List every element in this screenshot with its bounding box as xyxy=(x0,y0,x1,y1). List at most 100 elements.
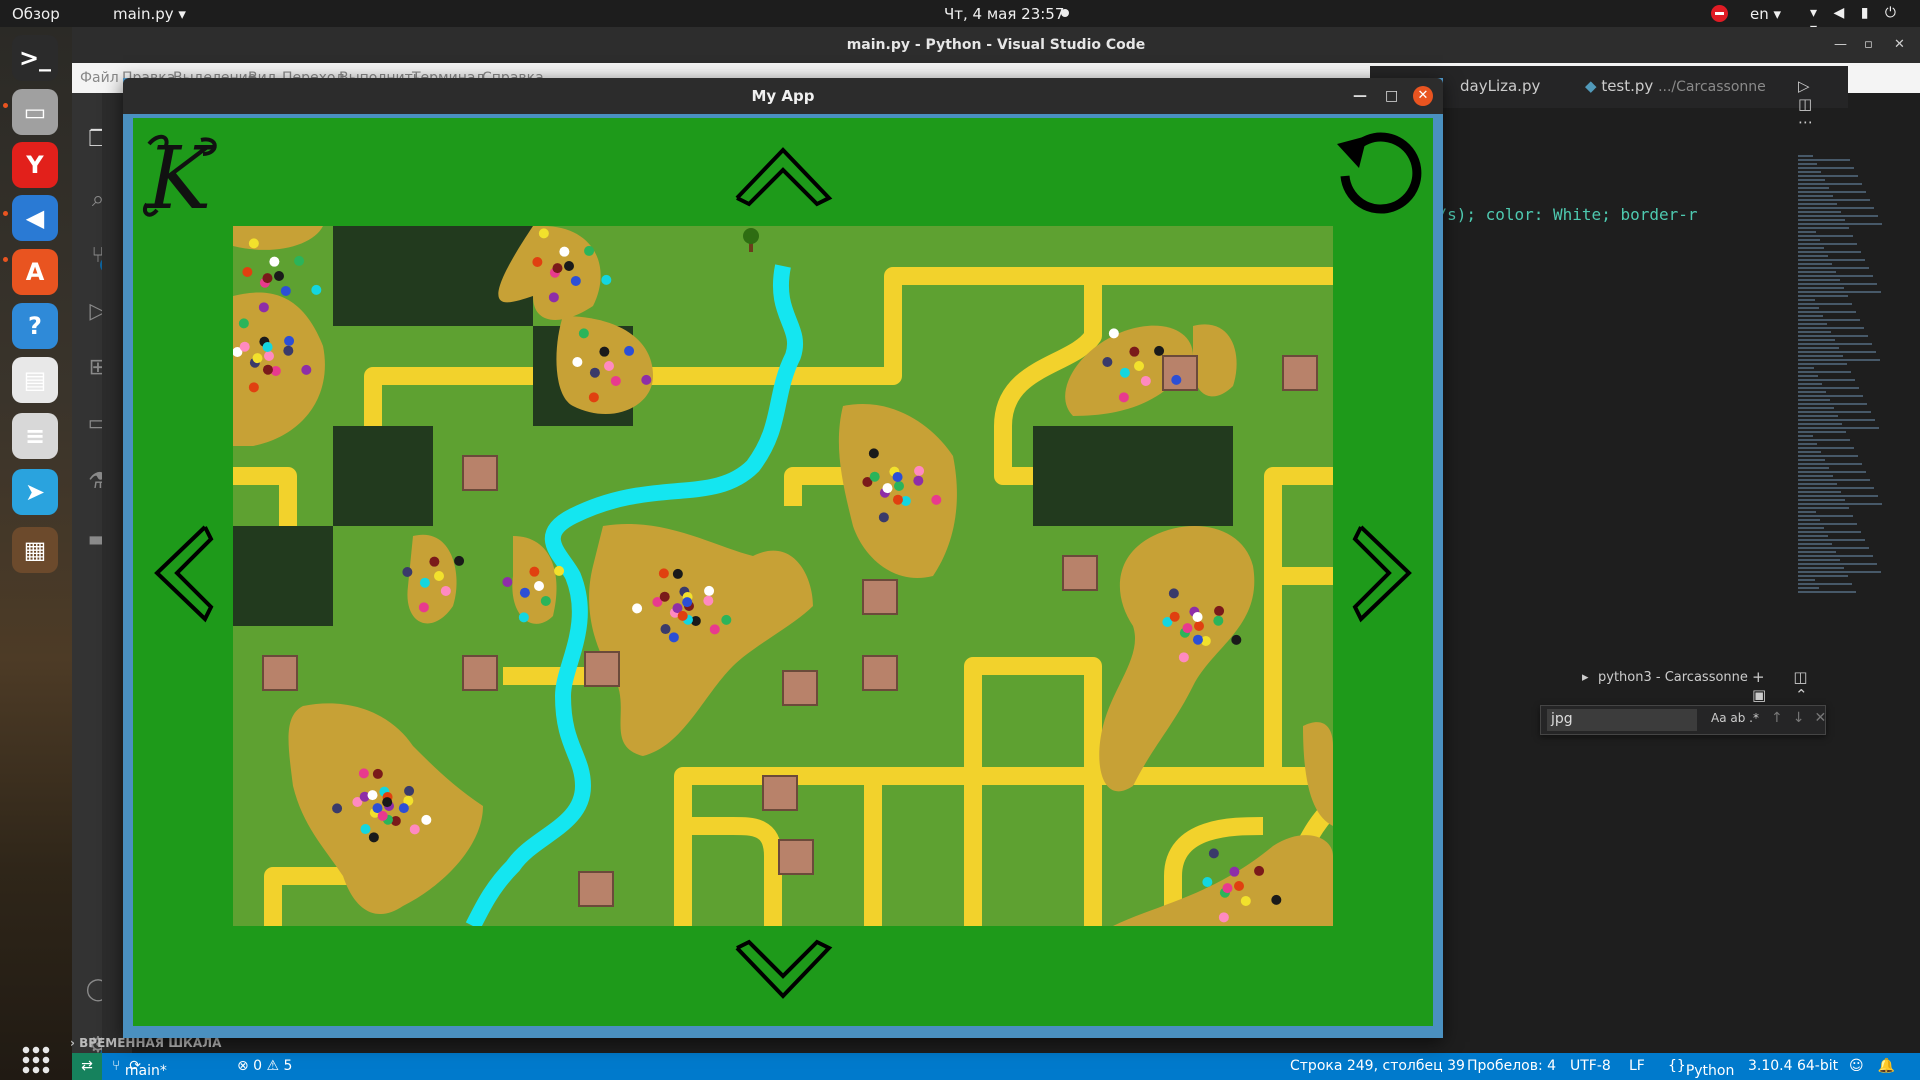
minimap-line xyxy=(1798,311,1856,313)
tab-label: dayLiza.py xyxy=(1460,77,1541,95)
mushroom-dot xyxy=(367,790,378,801)
mushroom-dot xyxy=(882,483,893,494)
maximize-icon[interactable]: ▫ xyxy=(1864,27,1873,63)
maximize-icon[interactable]: □ xyxy=(1385,78,1398,114)
language-mode[interactable]: {} Python xyxy=(1668,1058,1734,1079)
find-navigation[interactable]: ↑↓✕ xyxy=(1771,710,1836,726)
minimap-line xyxy=(1798,499,1845,501)
minimap-line xyxy=(1798,463,1862,465)
minimap-line xyxy=(1798,299,1815,301)
editor-actions[interactable]: ▷ ◫ ⋯ xyxy=(1798,77,1848,131)
minimap-line xyxy=(1798,475,1833,477)
problems-indicator[interactable]: ⊗ 0 ⚠ 5 xyxy=(237,1058,292,1074)
tab-dayliza[interactable]: dayLiza.py xyxy=(1460,77,1540,95)
show-applications-icon[interactable] xyxy=(21,1045,51,1075)
mushroom-dot xyxy=(242,267,253,278)
minimap-line xyxy=(1798,535,1828,537)
remote-indicator-icon[interactable]: ⇄ xyxy=(72,1053,102,1080)
cursor-position[interactable]: Строка 249, столбец 39 xyxy=(1290,1058,1465,1074)
close-icon[interactable]: ✕ xyxy=(1894,27,1905,63)
tile-map[interactable] xyxy=(233,226,1333,926)
terminal-label[interactable]: python3 - Carcassonne xyxy=(1598,670,1748,685)
end-of-line[interactable]: LF xyxy=(1629,1058,1645,1074)
mushroom-dot xyxy=(641,374,652,385)
mushroom-dot xyxy=(672,568,683,579)
minimap-line xyxy=(1798,523,1857,525)
minimap-line xyxy=(1798,467,1829,469)
minimap-line xyxy=(1798,243,1857,245)
minimap-line xyxy=(1798,543,1832,545)
branch-indicator[interactable]: ⑂ main* ⟳ xyxy=(112,1058,167,1079)
mushroom-dot xyxy=(599,346,610,357)
vscode-icon[interactable]: ◀ xyxy=(12,195,58,241)
find-input[interactable]: jpg xyxy=(1547,709,1697,731)
mushroom-dot xyxy=(1192,611,1203,622)
minimap-line xyxy=(1798,275,1873,277)
mushroom-dot xyxy=(258,302,269,313)
minimap-line xyxy=(1798,359,1880,361)
python-interpreter[interactable]: 3.10.4 64-bit xyxy=(1748,1058,1838,1074)
minimap-line xyxy=(1798,283,1877,285)
app-menu[interactable]: main.py ▾ xyxy=(113,5,186,23)
indentation[interactable]: Пробелов: 4 xyxy=(1467,1058,1556,1074)
help-icon[interactable]: ? xyxy=(12,303,58,349)
close-icon[interactable]: ✕ xyxy=(1413,86,1433,106)
mushroom-dot xyxy=(434,571,444,581)
minimap-line xyxy=(1798,403,1867,405)
minimap-line xyxy=(1798,223,1882,225)
mushroom-dot xyxy=(421,814,432,825)
arrow-up-icon[interactable] xyxy=(733,142,833,208)
minimap-line xyxy=(1798,211,1841,213)
game-canvas[interactable]: K xyxy=(133,118,1433,1026)
mushroom-dot xyxy=(1154,345,1165,356)
encoding[interactable]: UTF-8 xyxy=(1570,1058,1611,1074)
minimap-line xyxy=(1798,215,1878,217)
mushroom-dot xyxy=(262,273,273,284)
minimap-line xyxy=(1798,387,1859,389)
tab-test[interactable]: ◆ test.py .../Carcassonne xyxy=(1585,77,1766,95)
arrow-left-icon[interactable] xyxy=(149,523,215,623)
mushroom-dot xyxy=(540,595,551,606)
feedback-notifications-icons[interactable]: ☺🔔 xyxy=(1849,1058,1909,1074)
files-icon[interactable]: ▭ xyxy=(12,89,58,135)
image-viewer-icon[interactable]: ▦ xyxy=(12,527,58,573)
minimap-line xyxy=(1798,319,1860,321)
minimap-line xyxy=(1798,307,1819,309)
mushroom-dot xyxy=(1171,374,1182,385)
terminal-icon[interactable]: >_ xyxy=(12,35,58,81)
mushroom-dot xyxy=(248,238,259,249)
terminal-icon: ▸ xyxy=(1582,670,1589,685)
minimap-line xyxy=(1798,251,1861,253)
minimap-line xyxy=(1798,555,1873,557)
telegram-icon[interactable]: ➤ xyxy=(12,469,58,515)
minimap-line xyxy=(1798,399,1830,401)
activities-button[interactable]: Обзор xyxy=(12,5,60,23)
clock[interactable]: Чт, 4 мая 23:57 xyxy=(944,5,1064,23)
minimap-line xyxy=(1798,267,1869,269)
app-center-icon[interactable]: A xyxy=(12,249,58,295)
mushroom-dot xyxy=(1231,634,1242,645)
python-file-icon: ◆ xyxy=(1585,77,1602,95)
text-editor-icon[interactable]: ≡ xyxy=(12,413,58,459)
arrow-down-icon[interactable] xyxy=(733,938,833,1004)
minimap-line xyxy=(1798,415,1838,417)
input-language-menu[interactable]: en ▾ xyxy=(1750,5,1781,23)
find-options[interactable]: Aa ab .* xyxy=(1711,711,1759,725)
mushroom-dot xyxy=(931,494,942,505)
arrow-right-icon[interactable] xyxy=(1351,523,1417,623)
minimize-icon[interactable]: — xyxy=(1353,78,1367,114)
document-viewer-icon[interactable]: ▤ xyxy=(12,357,58,403)
reset-rotate-icon[interactable] xyxy=(1333,128,1423,218)
minimap[interactable] xyxy=(1798,155,1898,635)
minimize-icon[interactable]: — xyxy=(1834,27,1847,63)
minimap-line xyxy=(1798,171,1821,173)
minimap-line xyxy=(1798,503,1882,505)
menu-item[interactable]: Файл xyxy=(80,70,119,86)
my-app-window: My App — □ ✕ K xyxy=(123,78,1443,1038)
mushroom-dot xyxy=(1102,357,1113,368)
mushroom-dot xyxy=(914,465,925,476)
do-not-disturb-icon[interactable] xyxy=(1711,5,1728,22)
mushroom-dot xyxy=(1194,621,1204,631)
yandex-browser-icon[interactable]: Y xyxy=(12,142,58,188)
minimap-line xyxy=(1798,367,1814,369)
